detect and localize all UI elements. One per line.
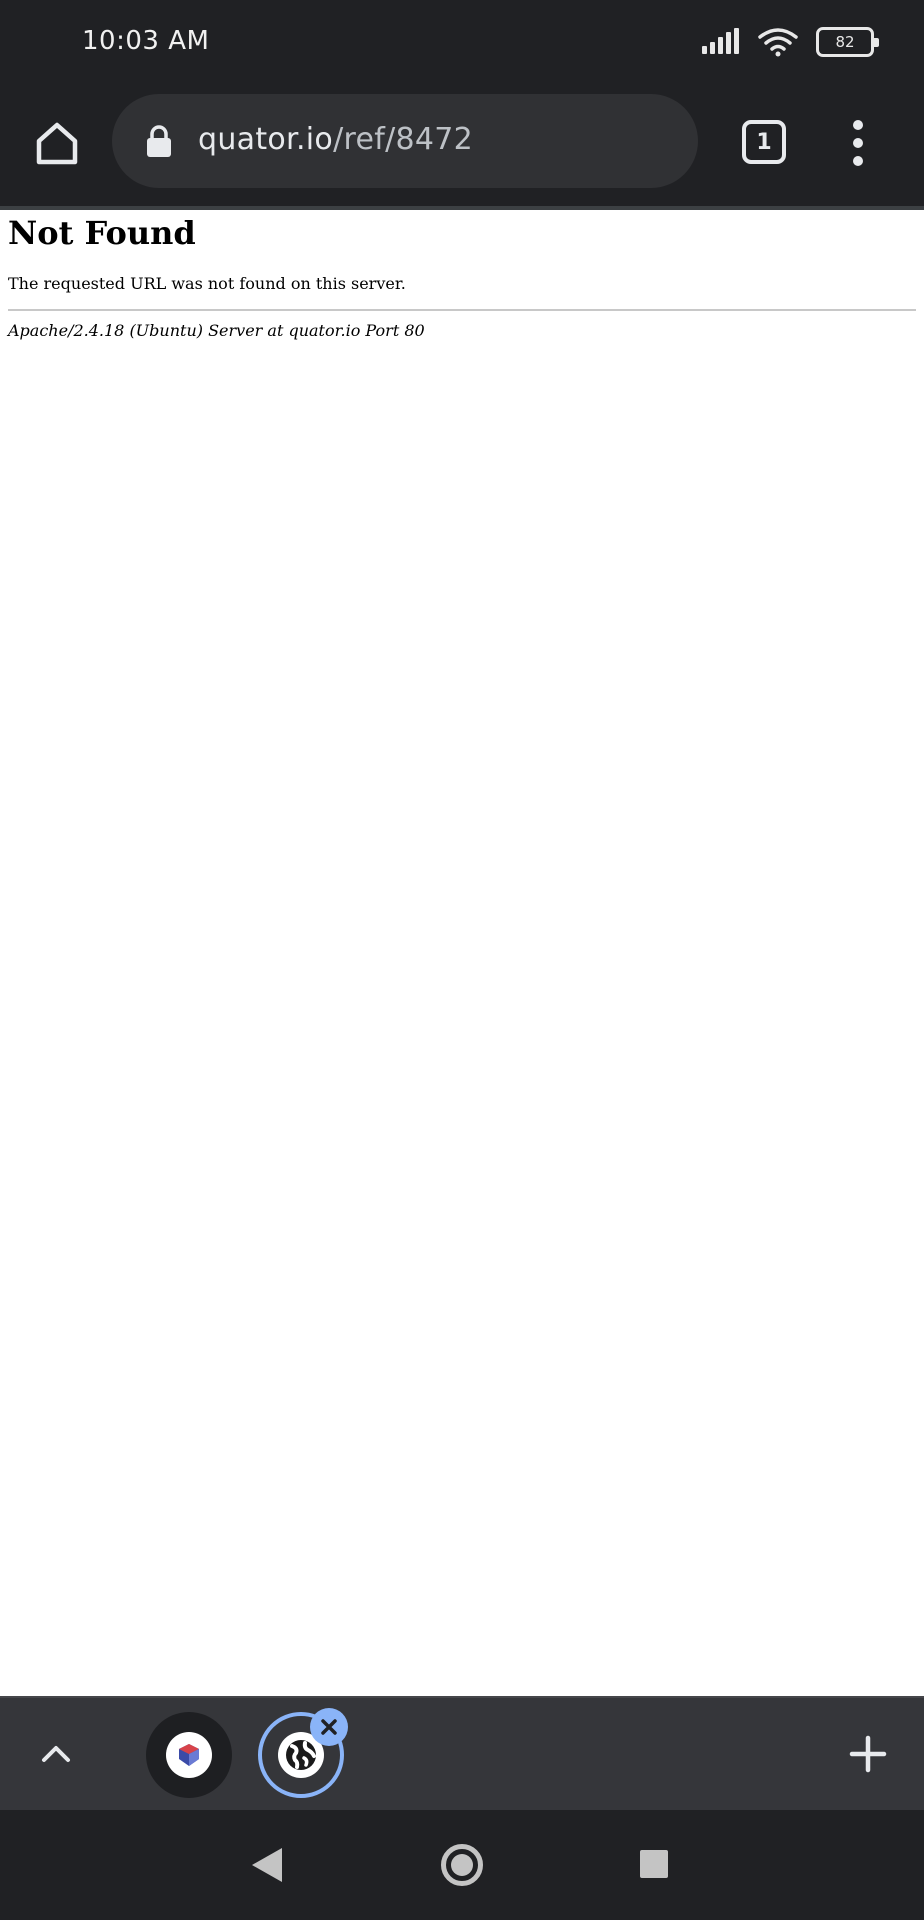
toolbar-divider xyxy=(0,206,924,210)
browser-toolbar: quator.io/ref/8472 1 xyxy=(0,86,924,208)
recents-icon[interactable] xyxy=(640,1850,668,1878)
status-icons: 82 xyxy=(702,24,879,60)
close-tab-button[interactable] xyxy=(310,1708,348,1746)
server-signature: Apache/2.4.18 (Ubuntu) Server at quator.… xyxy=(8,321,425,340)
status-bar: 10:03 AM 82 xyxy=(0,0,924,86)
url-text[interactable]: quator.io/ref/8472 xyxy=(198,122,473,157)
tab-group-bar xyxy=(0,1696,924,1810)
wifi-icon xyxy=(758,28,798,57)
system-nav-bar xyxy=(0,1810,924,1920)
url-path: /ref/8472 xyxy=(333,122,474,157)
error-message: The requested URL was not found on this … xyxy=(8,274,406,293)
back-icon[interactable] xyxy=(250,1846,284,1884)
home-icon xyxy=(36,122,78,165)
battery-icon: 82 xyxy=(816,27,879,57)
address-bar[interactable]: quator.io/ref/8472 xyxy=(112,94,698,188)
signal-icon xyxy=(702,28,740,56)
divider xyxy=(8,309,916,311)
status-time: 10:03 AM xyxy=(82,26,210,56)
close-icon xyxy=(321,1719,337,1735)
home-button[interactable] xyxy=(28,114,86,172)
globe-icon xyxy=(286,1740,316,1770)
battery-level: 82 xyxy=(835,33,855,51)
site-favicon-icon xyxy=(179,1744,199,1766)
lock-icon xyxy=(147,125,171,157)
page-content: Not Found The requested URL was not foun… xyxy=(8,214,918,340)
tab-thumbnail-1[interactable] xyxy=(146,1712,232,1798)
tab-count: 1 xyxy=(756,129,772,155)
chevron-up-icon[interactable] xyxy=(38,1736,74,1772)
plus-icon[interactable] xyxy=(848,1734,888,1774)
home-circle-icon[interactable] xyxy=(441,1844,483,1886)
url-host: quator.io xyxy=(198,122,334,157)
page-title: Not Found xyxy=(8,214,196,252)
more-vert-icon[interactable] xyxy=(838,118,878,168)
tab-switcher-button[interactable]: 1 xyxy=(742,120,786,164)
